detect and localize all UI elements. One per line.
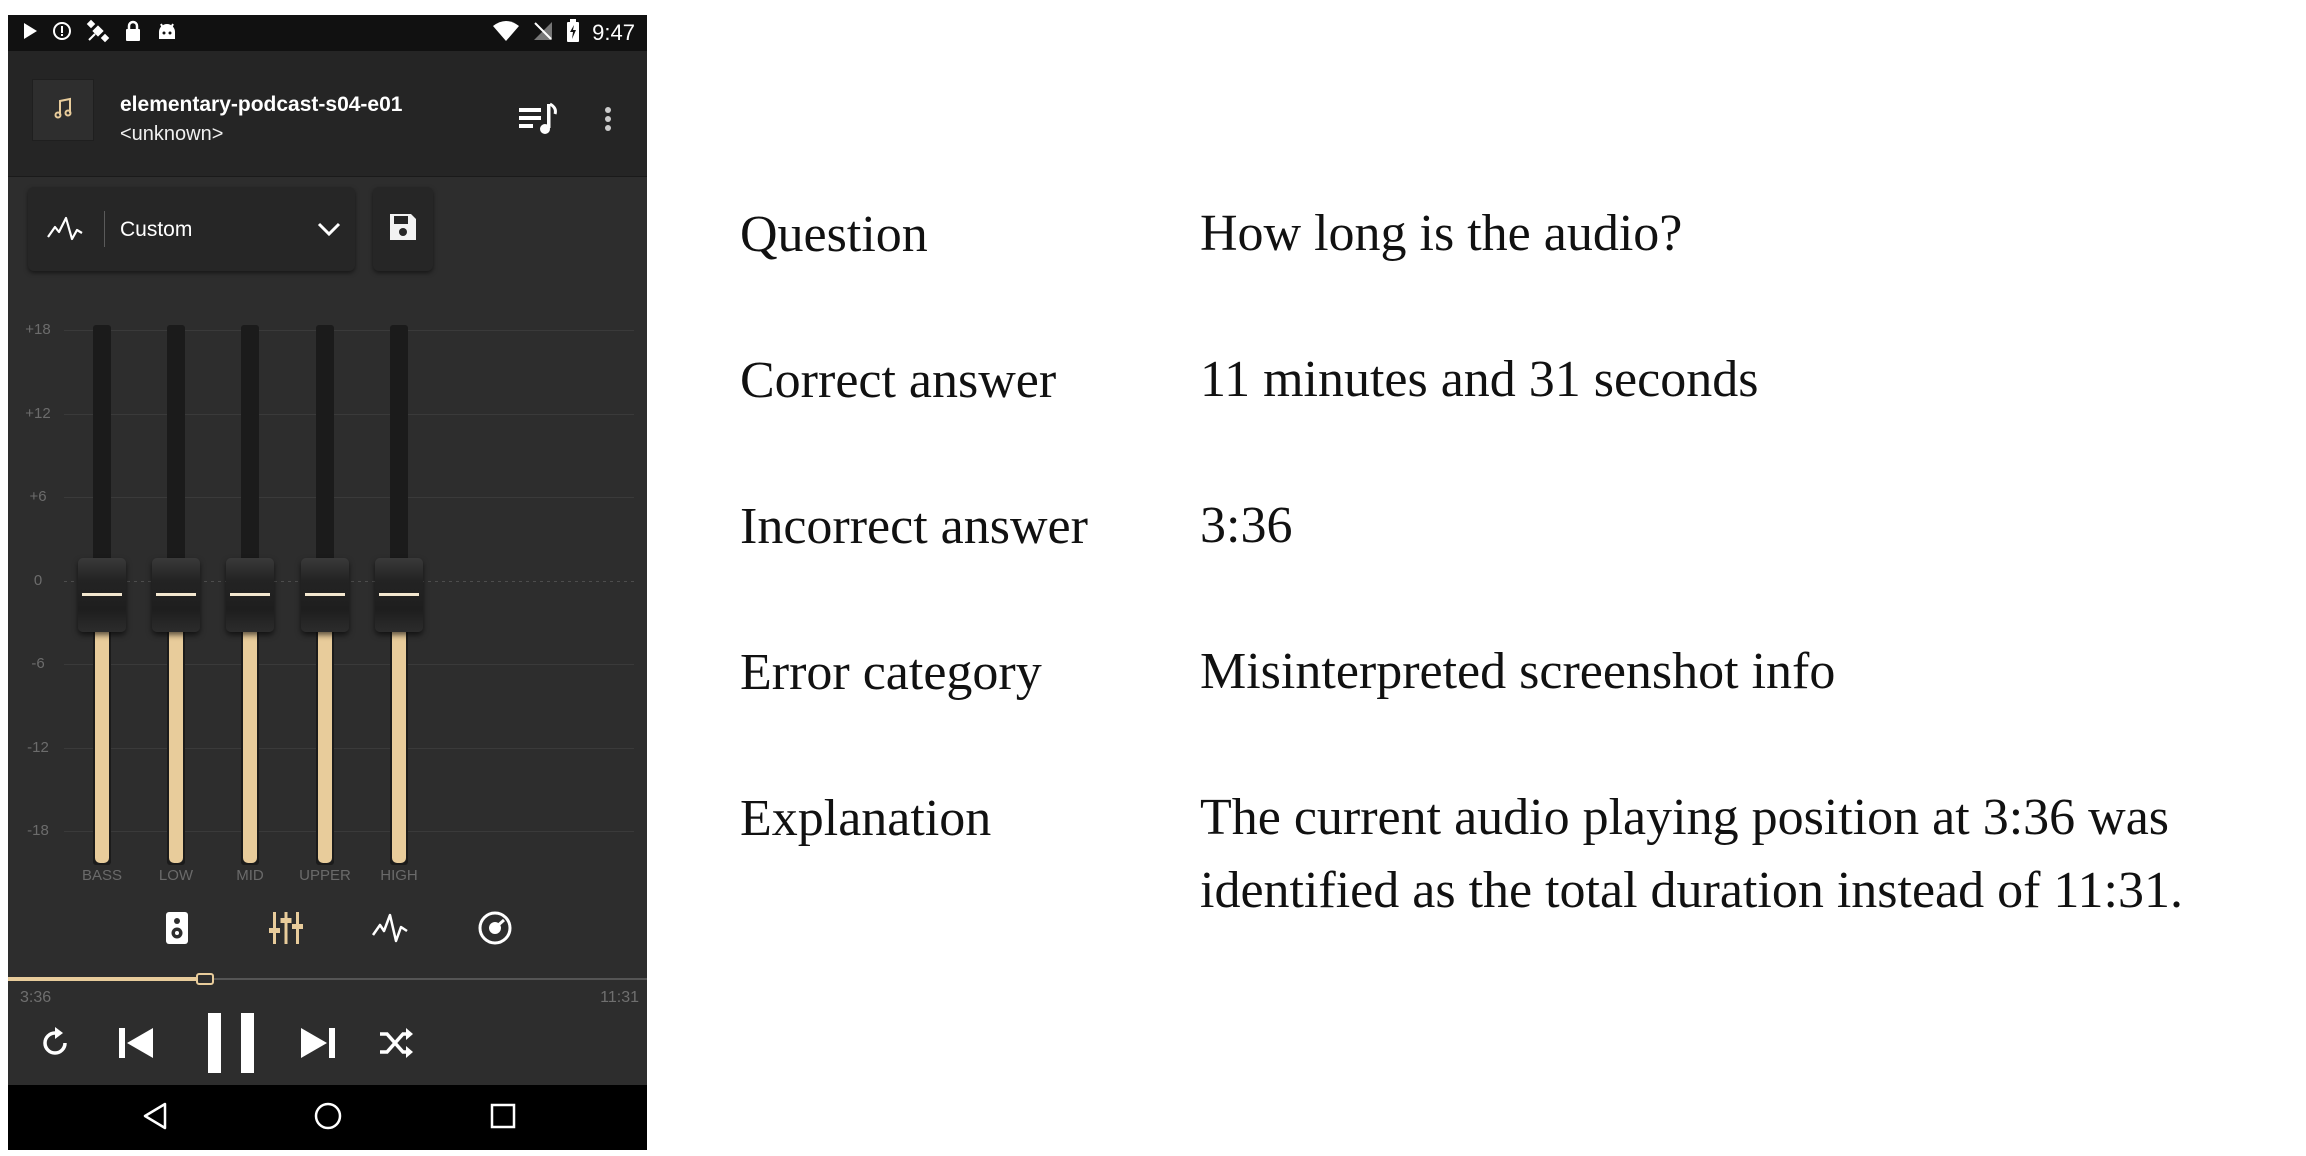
db-scale-label: +18 (25, 321, 51, 338)
home-circle-icon (313, 1101, 343, 1136)
save-preset-button[interactable] (373, 187, 433, 271)
slider-fill (392, 595, 406, 863)
track-artist: <unknown> (120, 123, 224, 145)
no-signal-icon (532, 20, 554, 47)
band-label: BASS (81, 867, 123, 884)
db-scale-label: -12 (27, 738, 49, 756)
db-scale-label: -6 (31, 655, 45, 672)
queue-button[interactable] (516, 101, 562, 141)
band-label: MID (236, 867, 264, 884)
slider-knob[interactable] (301, 558, 349, 632)
play-icon (22, 22, 38, 45)
knob-indicator-line (230, 593, 270, 596)
band-slider-bass[interactable] (72, 325, 132, 865)
effect-tabs (8, 895, 647, 965)
equalizer-sliders-icon (269, 910, 303, 951)
pause-icon (208, 1012, 254, 1078)
equalizer-panel: +18 +12 +6 0 -6 -12 -18 BASS LOW MID UPPER HIGH (8, 305, 647, 885)
tab-equalizer[interactable] (261, 907, 311, 953)
slider-knob[interactable] (375, 558, 423, 632)
lock-icon (124, 20, 142, 47)
incorrect-answer-key: Incorrect answer (740, 498, 1088, 555)
correct-answer-key: Correct answer (740, 352, 1057, 409)
skip-previous-icon (117, 1026, 155, 1065)
home-button[interactable] (305, 1095, 351, 1141)
preset-divider (104, 211, 105, 247)
pause-button[interactable] (196, 1008, 266, 1082)
phone-screenshot: 9:47 elementary-podcast-s04-e01 <unknown… (8, 15, 647, 1150)
recents-square-icon (489, 1102, 517, 1135)
db-scale-label: +6 (29, 488, 47, 505)
shuffle-button[interactable] (373, 1022, 419, 1068)
playlist-music-icon (519, 102, 559, 141)
next-button[interactable] (293, 1020, 343, 1070)
navigation-bar (8, 1085, 647, 1150)
tab-dial[interactable] (470, 907, 520, 953)
previous-button[interactable] (111, 1020, 161, 1070)
more-vert-icon (604, 106, 612, 137)
shuffle-icon (378, 1027, 414, 1063)
band-label: LOW (158, 867, 194, 884)
status-time: 9:47 (592, 20, 635, 45)
knob-indicator-line (379, 593, 419, 596)
battery-charging-icon (566, 18, 580, 48)
back-triangle-icon (142, 1101, 168, 1136)
repeat-icon (35, 1023, 75, 1068)
question-value: How long is the audio? (1200, 205, 1683, 262)
waveform-icon (371, 911, 409, 950)
correct-answer-value: 11 minutes and 31 seconds (1200, 351, 1759, 408)
slider-knob[interactable] (78, 558, 126, 632)
incorrect-answer-value: 3:36 (1200, 497, 1293, 554)
band-label: HIGH (380, 867, 418, 884)
band-label: UPPER (299, 867, 351, 884)
waveform-icon (46, 215, 84, 243)
explanation-line-2: identified as the total duration instead… (1200, 862, 2183, 919)
status-bar: 9:47 (8, 15, 647, 51)
speaker-icon (165, 911, 189, 950)
recents-button[interactable] (480, 1095, 526, 1141)
tab-waveform[interactable] (365, 907, 415, 953)
band-slider-high[interactable] (369, 325, 429, 865)
band-slider-mid[interactable] (220, 325, 280, 865)
tab-speaker[interactable] (152, 907, 202, 953)
seek-thumb[interactable] (195, 973, 214, 985)
band-slider-upper[interactable] (295, 325, 355, 865)
skip-next-icon (299, 1026, 337, 1065)
dial-icon (477, 910, 513, 951)
alert-circle-icon (52, 21, 72, 46)
track-title: elementary-podcast-s04-e01 (120, 93, 403, 116)
knob-indicator-line (156, 593, 196, 596)
question-key: Question (740, 206, 928, 263)
band-slider-low[interactable] (146, 325, 206, 865)
back-button[interactable] (132, 1095, 178, 1141)
wifi-icon (492, 20, 520, 47)
slider-knob[interactable] (226, 558, 274, 632)
slider-knob[interactable] (152, 558, 200, 632)
preset-dropdown[interactable]: Custom (28, 187, 355, 271)
save-icon (388, 212, 418, 247)
db-scale-label: 0 (33, 571, 43, 589)
db-scale-label: +12 (25, 404, 51, 422)
db-scale-label: -18 (27, 822, 49, 839)
slider-fill (169, 595, 183, 863)
knob-indicator-line (305, 593, 345, 596)
slider-fill (243, 595, 257, 863)
satellite-icon (86, 19, 110, 48)
music-note-icon (52, 96, 74, 125)
chevron-down-icon (316, 217, 342, 241)
preset-label: Custom (120, 218, 193, 241)
seek-progress (8, 977, 204, 981)
slider-fill (318, 595, 332, 863)
android-icon (156, 20, 178, 47)
repeat-button[interactable] (32, 1022, 78, 1068)
slider-fill (95, 595, 109, 863)
explanation-key: Explanation (740, 790, 992, 847)
now-playing-header[interactable]: elementary-podcast-s04-e01 <unknown> (8, 51, 647, 177)
error-category-value: Misinterpreted screenshot info (1200, 643, 1836, 700)
error-category-key: Error category (740, 644, 1042, 701)
album-art (32, 79, 94, 141)
knob-indicator-line (82, 593, 122, 596)
more-options-button[interactable] (598, 101, 618, 141)
explanation-line-1: The current audio playing position at 3:… (1200, 789, 2170, 846)
